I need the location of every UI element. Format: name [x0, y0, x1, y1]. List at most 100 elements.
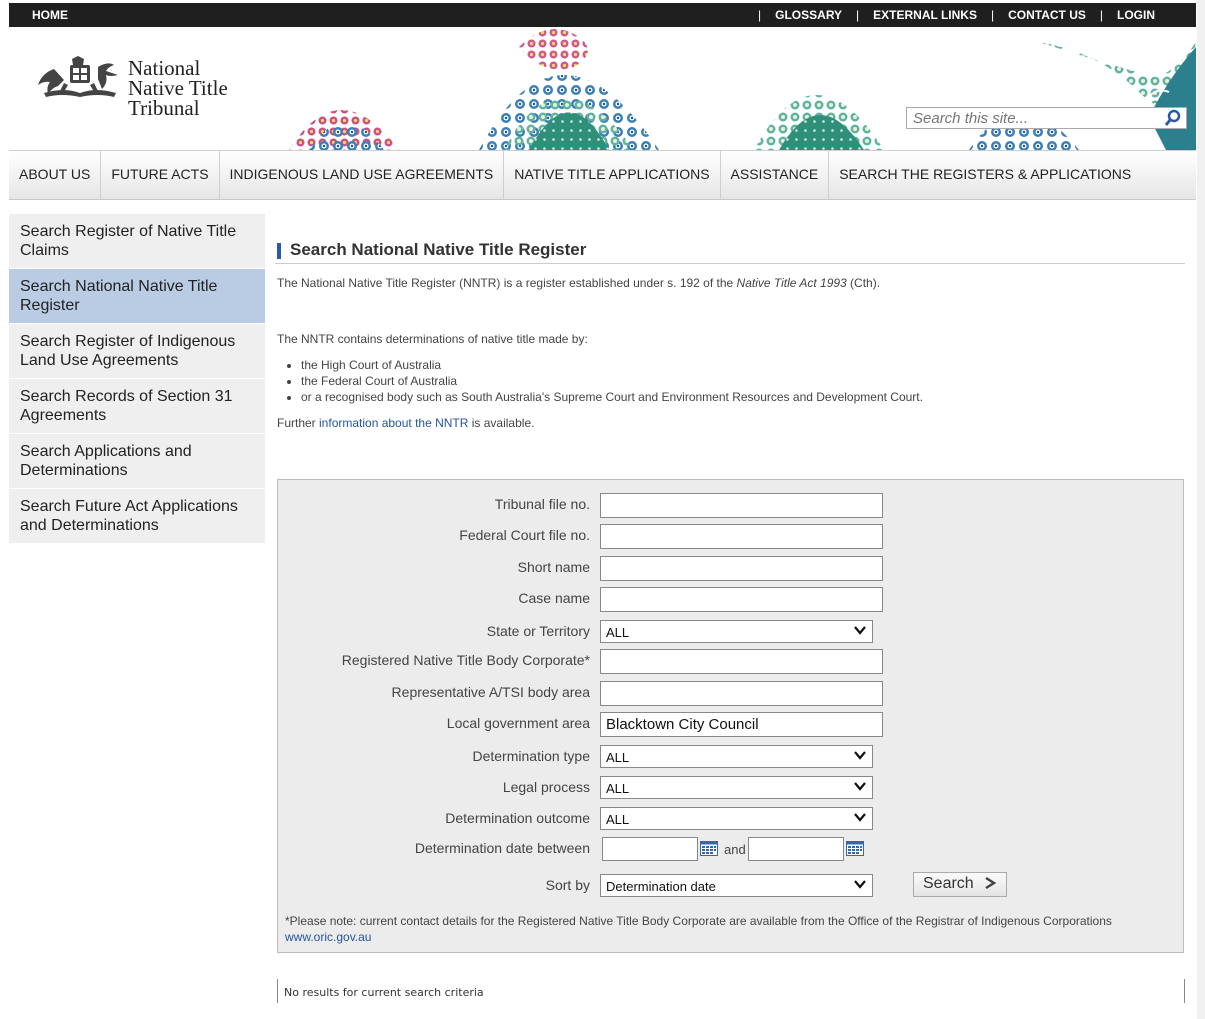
- contact-us-link[interactable]: CONTACT US: [1008, 8, 1086, 22]
- case-name-row: Case name: [278, 587, 1183, 612]
- list-item: the High Court of Australia: [301, 357, 1185, 373]
- sidebar: Search Register of Native Title Claims S…: [9, 214, 265, 544]
- chevron-right-icon: [985, 876, 997, 890]
- main-content: Search National Native Title Register Th…: [275, 238, 1185, 430]
- short-name-row: Short name: [278, 556, 1183, 581]
- calendar-icon[interactable]: [846, 841, 864, 856]
- federal-file-label: Federal Court file no.: [459, 527, 590, 543]
- tribunal-name-line: Tribunal: [128, 96, 200, 120]
- courts-list: the High Court of Australia the Federal …: [277, 357, 1185, 405]
- further-info: Further information about the NNTR is av…: [277, 416, 1185, 430]
- legal-process-select[interactable]: ALL: [600, 776, 873, 799]
- sidebar-item-section-31[interactable]: Search Records of Section 31 Agreements: [9, 379, 265, 434]
- sidebar-item-future-act[interactable]: Search Future Act Applications and Deter…: [9, 489, 265, 544]
- rep-body-label: Representative A/TSI body area: [391, 684, 590, 700]
- calendar-icon[interactable]: [700, 841, 718, 856]
- rntbc-row: Registered Native Title Body Corporate*: [278, 649, 1183, 674]
- further-text: Further: [277, 416, 320, 430]
- date-and-label: and: [724, 842, 746, 857]
- federal-file-input[interactable]: [600, 524, 883, 549]
- sort-value: Determination date: [606, 879, 716, 894]
- site-banner: National Native Title Tribunal: [9, 27, 1196, 150]
- nav-search-registers[interactable]: SEARCH THE REGISTERS & APPLICATIONS: [829, 151, 1141, 199]
- results-message: No results for current search criteria: [277, 979, 1185, 1003]
- tribunal-file-row: Tribunal file no.: [278, 493, 1183, 518]
- rntbc-label: Registered Native Title Body Corporate*: [341, 652, 590, 668]
- rep-body-row: Representative A/TSI body area: [278, 681, 1183, 706]
- legal-process-row: Legal process ALL: [278, 776, 1183, 800]
- nntr-info-link[interactable]: information about the NNTR: [319, 416, 468, 430]
- tribunal-name-line: Native Title: [128, 76, 228, 100]
- intro-text: (Cth).: [846, 276, 881, 290]
- det-date-row: Determination date between and: [278, 837, 1183, 861]
- det-outcome-value: ALL: [606, 812, 630, 827]
- coat-of-arms-logo[interactable]: [34, 55, 126, 101]
- oric-link[interactable]: www.oric.gov.au: [285, 930, 371, 944]
- sidebar-item-native-title-claims[interactable]: Search Register of Native Title Claims: [9, 214, 265, 269]
- lga-label: Local government area: [446, 715, 590, 731]
- chevron-down-icon: [854, 626, 866, 635]
- site-search-input[interactable]: [907, 108, 1159, 128]
- sidebar-item-nntr[interactable]: Search National Native Title Register: [9, 269, 265, 324]
- date-to-input[interactable]: [748, 837, 844, 861]
- list-item: or a recognised body such as South Austr…: [301, 389, 1185, 405]
- separator: |: [856, 8, 860, 22]
- chevron-down-icon: [854, 880, 866, 889]
- login-link[interactable]: LOGIN: [1117, 8, 1155, 22]
- separator: |: [990, 8, 995, 22]
- chevron-down-icon: [854, 751, 866, 760]
- tribunal-file-label: Tribunal file no.: [494, 496, 590, 512]
- state-label: State or Territory: [486, 623, 590, 639]
- det-type-value: ALL: [606, 750, 630, 765]
- nav-native-title-applications[interactable]: NATIVE TITLE APPLICATIONS: [504, 151, 721, 199]
- federal-file-row: Federal Court file no.: [278, 524, 1183, 549]
- external-links-link[interactable]: EXTERNAL LINKS: [873, 8, 977, 22]
- tribunal-file-input[interactable]: [600, 493, 883, 518]
- state-value: ALL: [606, 625, 630, 640]
- det-outcome-label: Determination outcome: [445, 810, 590, 826]
- page-title: Search National Native Title Register: [275, 238, 1185, 264]
- lga-input[interactable]: [600, 712, 883, 737]
- det-outcome-select[interactable]: ALL: [600, 807, 873, 830]
- nav-indigenous-land-use-agreements[interactable]: INDIGENOUS LAND USE AGREEMENTS: [220, 151, 505, 199]
- case-name-input[interactable]: [600, 587, 883, 612]
- home-link[interactable]: HOME: [32, 8, 68, 22]
- search-icon[interactable]: [1164, 109, 1182, 127]
- date-from-input[interactable]: [602, 837, 698, 861]
- tribunal-name[interactable]: National Native Title Tribunal: [128, 56, 228, 120]
- state-select[interactable]: ALL: [600, 620, 873, 643]
- intro-text: The National Native Title Register (NNTR…: [277, 276, 737, 290]
- short-name-input[interactable]: [600, 556, 883, 581]
- legal-process-value: ALL: [606, 781, 630, 796]
- chevron-down-icon: [854, 813, 866, 822]
- nav-assistance[interactable]: ASSISTANCE: [721, 151, 830, 199]
- lga-row: Local government area: [278, 712, 1183, 737]
- sidebar-item-applications[interactable]: Search Applications and Determinations: [9, 434, 265, 489]
- intro-paragraph: The National Native Title Register (NNTR…: [277, 276, 1185, 290]
- note-text: *Please note: current contact details fo…: [285, 914, 1112, 928]
- tribunal-name-line: National: [128, 56, 201, 80]
- sidebar-item-ilua[interactable]: Search Register of Indigenous Land Use A…: [9, 324, 265, 379]
- separator: |: [1099, 8, 1103, 22]
- separator: |: [758, 8, 762, 22]
- chevron-down-icon: [854, 782, 866, 791]
- scrollbar[interactable]: [1197, 0, 1205, 1019]
- det-type-select[interactable]: ALL: [600, 745, 873, 768]
- main-navigation: ABOUT US FUTURE ACTS INDIGENOUS LAND USE…: [9, 150, 1196, 200]
- state-row: State or Territory ALL: [278, 620, 1183, 644]
- legal-process-label: Legal process: [502, 779, 590, 795]
- search-button[interactable]: Search: [913, 872, 1007, 897]
- sort-row: Sort by Determination date Search: [278, 872, 1183, 898]
- nav-future-acts[interactable]: FUTURE ACTS: [101, 151, 220, 199]
- det-type-row: Determination type ALL: [278, 745, 1183, 769]
- det-type-label: Determination type: [472, 748, 590, 764]
- utility-links: | GLOSSARY | EXTERNAL LINKS | CONTACT US…: [744, 8, 1155, 22]
- list-item: the Federal Court of Australia: [301, 373, 1185, 389]
- det-date-label: Determination date between: [414, 840, 590, 856]
- sort-select[interactable]: Determination date: [600, 874, 873, 897]
- rntbc-note: *Please note: current contact details fo…: [285, 913, 1165, 945]
- nav-about-us[interactable]: ABOUT US: [9, 151, 102, 199]
- rntbc-input[interactable]: [600, 649, 883, 674]
- glossary-link[interactable]: GLOSSARY: [775, 8, 842, 22]
- rep-body-input[interactable]: [600, 681, 883, 706]
